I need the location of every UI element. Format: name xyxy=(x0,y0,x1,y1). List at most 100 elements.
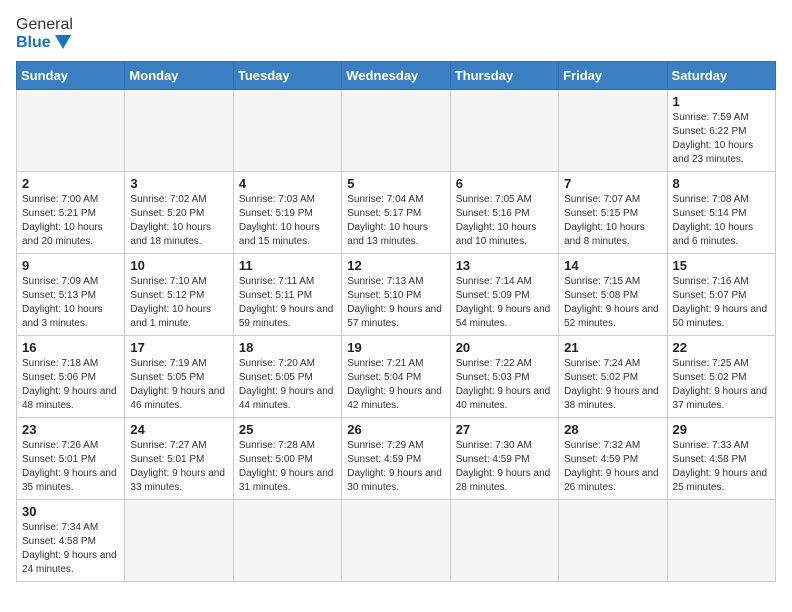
day-info: Sunrise: 7:22 AM Sunset: 5:03 PM Dayligh… xyxy=(456,357,553,413)
day-number: 12 xyxy=(347,258,444,273)
calendar-day: 11 Sunrise: 7:11 AM Sunset: 5:11 PM Dayli… xyxy=(233,254,341,336)
day-info: Sunrise: 7:59 AM Sunset: 6:22 PM Dayligh… xyxy=(673,111,770,167)
calendar-day: 22 Sunrise: 7:25 AM Sunset: 5:02 PM Dayli… xyxy=(667,336,775,418)
day-number: 24 xyxy=(130,422,227,437)
calendar-day: 2Sunrise: 7:00 AM Sunset: 5:21 PM Daylig… xyxy=(17,172,125,254)
day-number: 17 xyxy=(130,340,227,355)
day-info: Sunrise: 7:25 AM Sunset: 5:02 PM Dayligh… xyxy=(673,357,770,413)
calendar-day: 8 Sunrise: 7:08 AM Sunset: 5:14 PM Daylig… xyxy=(667,172,775,254)
calendar-day xyxy=(667,500,775,582)
day-number: 15 xyxy=(673,258,770,273)
calendar-day xyxy=(450,500,558,582)
day-number: 3 xyxy=(130,176,227,191)
calendar-day: 14Sunrise: 7:15 AM Sunset: 5:08 PM Dayli… xyxy=(559,254,667,336)
day-number: 16 xyxy=(22,340,119,355)
day-info: Sunrise: 7:33 AM Sunset: 4:58 PM Dayligh… xyxy=(673,439,770,495)
calendar-day: 29 Sunrise: 7:33 AM Sunset: 4:58 PM Dayli… xyxy=(667,418,775,500)
calendar-day: 19 Sunrise: 7:21 AM Sunset: 5:04 PM Dayli… xyxy=(342,336,450,418)
day-header-sunday: Sunday xyxy=(17,62,125,90)
calendar-day: 7Sunrise: 7:07 AM Sunset: 5:15 PM Daylig… xyxy=(559,172,667,254)
day-number: 20 xyxy=(456,340,553,355)
day-info: Sunrise: 7:08 AM Sunset: 5:14 PM Dayligh… xyxy=(673,193,770,249)
day-number: 13 xyxy=(456,258,553,273)
day-info: Sunrise: 7:07 AM Sunset: 5:15 PM Dayligh… xyxy=(564,193,661,249)
day-info: Sunrise: 7:11 AM Sunset: 5:11 PM Dayligh… xyxy=(239,275,336,331)
calendar-day xyxy=(559,90,667,172)
calendar-header-row: SundayMondayTuesdayWednesdayThursdayFrid… xyxy=(17,62,776,90)
day-info: Sunrise: 7:30 AM Sunset: 4:59 PM Dayligh… xyxy=(456,439,553,495)
calendar-day: 17 Sunrise: 7:19 AM Sunset: 5:05 PM Dayli… xyxy=(125,336,233,418)
day-info: Sunrise: 7:32 AM Sunset: 4:59 PM Dayligh… xyxy=(564,439,661,495)
day-number: 1 xyxy=(673,94,770,109)
day-info: Sunrise: 7:29 AM Sunset: 4:59 PM Dayligh… xyxy=(347,439,444,495)
calendar-week-1: 1 Sunrise: 7:59 AM Sunset: 6:22 PM Daylig… xyxy=(17,90,776,172)
calendar-day xyxy=(450,90,558,172)
day-number: 26 xyxy=(347,422,444,437)
day-info: Sunrise: 7:26 AM Sunset: 5:01 PM Dayligh… xyxy=(22,439,119,495)
day-info: Sunrise: 7:18 AM Sunset: 5:06 PM Dayligh… xyxy=(22,357,119,413)
calendar-day: 6 Sunrise: 7:05 AM Sunset: 5:16 PM Daylig… xyxy=(450,172,558,254)
day-info: Sunrise: 7:24 AM Sunset: 5:02 PM Dayligh… xyxy=(564,357,661,413)
calendar-day xyxy=(342,500,450,582)
calendar-day: 3 Sunrise: 7:02 AM Sunset: 5:20 PM Daylig… xyxy=(125,172,233,254)
day-info: Sunrise: 7:00 AM Sunset: 5:21 PM Dayligh… xyxy=(22,193,119,249)
day-number: 23 xyxy=(22,422,119,437)
day-info: Sunrise: 7:28 AM Sunset: 5:00 PM Dayligh… xyxy=(239,439,336,495)
calendar-day: 16 Sunrise: 7:18 AM Sunset: 5:06 PM Dayli… xyxy=(17,336,125,418)
day-info: Sunrise: 7:19 AM Sunset: 5:05 PM Dayligh… xyxy=(130,357,227,413)
calendar-week-4: 16 Sunrise: 7:18 AM Sunset: 5:06 PM Dayli… xyxy=(17,336,776,418)
calendar-day: 12 Sunrise: 7:13 AM Sunset: 5:10 PM Dayli… xyxy=(342,254,450,336)
day-number: 5 xyxy=(347,176,444,191)
day-info: Sunrise: 7:27 AM Sunset: 5:01 PM Dayligh… xyxy=(130,439,227,495)
day-number: 11 xyxy=(239,258,336,273)
day-info: Sunrise: 7:05 AM Sunset: 5:16 PM Dayligh… xyxy=(456,193,553,249)
day-info: Sunrise: 7:14 AM Sunset: 5:09 PM Dayligh… xyxy=(456,275,553,331)
day-info: Sunrise: 7:20 AM Sunset: 5:05 PM Dayligh… xyxy=(239,357,336,413)
calendar-day: 25 Sunrise: 7:28 AM Sunset: 5:00 PM Dayli… xyxy=(233,418,341,500)
calendar-day xyxy=(233,500,341,582)
day-number: 22 xyxy=(673,340,770,355)
calendar-day: 15Sunrise: 7:16 AM Sunset: 5:07 PM Dayli… xyxy=(667,254,775,336)
calendar-day: 28 Sunrise: 7:32 AM Sunset: 4:59 PM Dayli… xyxy=(559,418,667,500)
day-info: Sunrise: 7:21 AM Sunset: 5:04 PM Dayligh… xyxy=(347,357,444,413)
calendar-day: 23 Sunrise: 7:26 AM Sunset: 5:01 PM Dayli… xyxy=(17,418,125,500)
calendar-day: 20 Sunrise: 7:22 AM Sunset: 5:03 PM Dayli… xyxy=(450,336,558,418)
day-info: Sunrise: 7:04 AM Sunset: 5:17 PM Dayligh… xyxy=(347,193,444,249)
day-info: Sunrise: 7:34 AM Sunset: 4:58 PM Dayligh… xyxy=(22,521,119,577)
calendar: SundayMondayTuesdayWednesdayThursdayFrid… xyxy=(16,61,776,582)
day-number: 28 xyxy=(564,422,661,437)
day-number: 27 xyxy=(456,422,553,437)
day-number: 25 xyxy=(239,422,336,437)
calendar-day: 10Sunrise: 7:10 AM Sunset: 5:12 PM Dayli… xyxy=(125,254,233,336)
day-header-saturday: Saturday xyxy=(667,62,775,90)
calendar-day: 5 Sunrise: 7:04 AM Sunset: 5:17 PM Daylig… xyxy=(342,172,450,254)
calendar-day xyxy=(17,90,125,172)
logo: General Blue xyxy=(16,16,73,51)
day-header-tuesday: Tuesday xyxy=(233,62,341,90)
day-number: 21 xyxy=(564,340,661,355)
day-number: 29 xyxy=(673,422,770,437)
calendar-day: 24 Sunrise: 7:27 AM Sunset: 5:01 PM Dayli… xyxy=(125,418,233,500)
day-number: 8 xyxy=(673,176,770,191)
day-number: 19 xyxy=(347,340,444,355)
calendar-day: 18 Sunrise: 7:20 AM Sunset: 5:05 PM Dayli… xyxy=(233,336,341,418)
calendar-week-2: 2Sunrise: 7:00 AM Sunset: 5:21 PM Daylig… xyxy=(17,172,776,254)
day-number: 30 xyxy=(22,504,119,519)
day-info: Sunrise: 7:13 AM Sunset: 5:10 PM Dayligh… xyxy=(347,275,444,331)
day-header-thursday: Thursday xyxy=(450,62,558,90)
day-header-wednesday: Wednesday xyxy=(342,62,450,90)
day-info: Sunrise: 7:02 AM Sunset: 5:20 PM Dayligh… xyxy=(130,193,227,249)
calendar-day xyxy=(125,90,233,172)
day-number: 6 xyxy=(456,176,553,191)
header: General Blue xyxy=(16,16,776,51)
calendar-week-3: 9Sunrise: 7:09 AM Sunset: 5:13 PM Daylig… xyxy=(17,254,776,336)
calendar-day xyxy=(559,500,667,582)
calendar-day xyxy=(233,90,341,172)
day-number: 9 xyxy=(22,258,119,273)
day-number: 18 xyxy=(239,340,336,355)
calendar-week-6: 30 Sunrise: 7:34 AM Sunset: 4:58 PM Dayli… xyxy=(17,500,776,582)
day-number: 14 xyxy=(564,258,661,273)
calendar-day: 27 Sunrise: 7:30 AM Sunset: 4:59 PM Dayli… xyxy=(450,418,558,500)
calendar-day xyxy=(125,500,233,582)
logo-text: General Blue xyxy=(16,16,73,51)
